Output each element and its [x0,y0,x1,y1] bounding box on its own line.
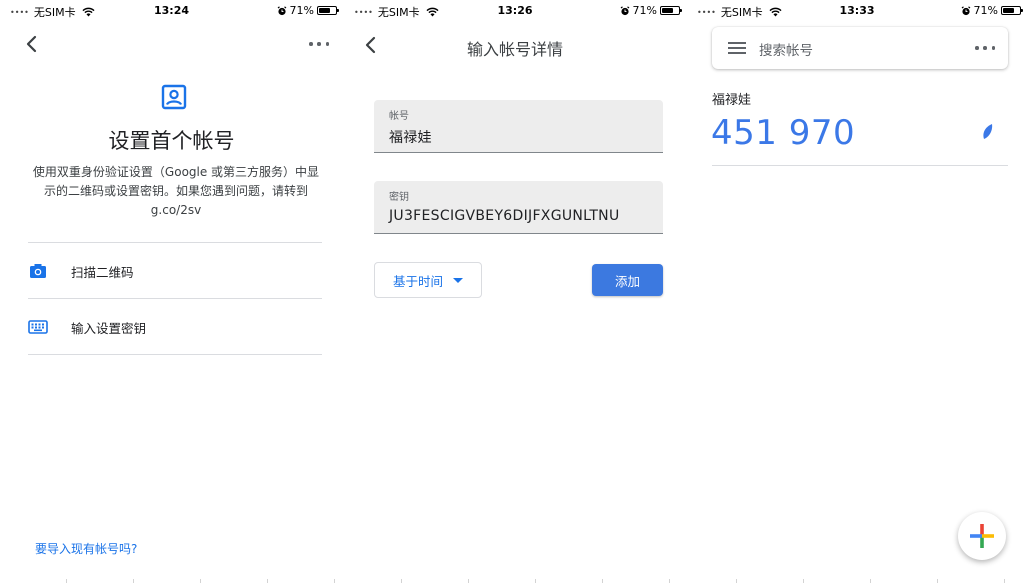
enter-account-details-screen: •••• 无SIM卡 13:26 71% 输入帐号详情 帐号 福禄娃 密钥 JU… [344,0,686,583]
page-title: 设置首个帐号 [108,129,235,153]
search-bar[interactable]: 搜索帐号 [712,27,1008,69]
status-bar: •••• 无SIM卡 13:26 71% [344,0,686,22]
scan-qr-option[interactable]: 扫描二维码 [28,243,322,299]
key-type-select[interactable]: 基于时间 [374,262,482,298]
setup-description: 使用双重身份验证设置（Google 或第三方服务）中显示的二维码或设置密钥。如果… [32,165,320,217]
account-name-field[interactable]: 帐号 福禄娃 [374,100,663,153]
menu-icon[interactable] [728,42,746,54]
account-name: 福禄娃 [712,93,752,108]
page-title: 输入帐号详情 [466,40,563,59]
alarm-icon [620,5,629,15]
battery-icon [660,6,682,15]
status-bar: •••• 无SIM卡 13:33 71% [687,0,1027,22]
search-input[interactable]: 搜索帐号 [759,39,813,59]
keyboard-icon [28,320,48,334]
secret-key-field[interactable]: 密钥 JU3FESCIGVBEY6DIJFXGUNLTNU [374,181,663,234]
add-button[interactable]: 添加 [592,264,663,296]
status-right: 71% [277,4,339,17]
status-right: 71% [620,4,682,17]
more-options-icon[interactable] [309,40,329,48]
account-box-icon [161,84,187,110]
enter-key-label: 输入设置密钥 [71,320,147,336]
dropdown-caret-icon [453,277,463,283]
countdown-timer-icon [983,124,993,139]
account-name-value[interactable]: 福禄娃 [389,127,432,147]
divider [712,165,1008,166]
status-right: 71% [961,4,1023,17]
enter-key-option[interactable]: 输入设置密钥 [28,299,322,355]
add-account-fab[interactable] [958,512,1006,560]
secret-key-value[interactable]: JU3FESCIGVBEY6DIJFXGUNLTNU [389,208,620,224]
camera-icon [30,264,46,278]
battery-percent: 71% [289,4,314,17]
back-arrow-icon[interactable] [22,34,42,54]
secret-key-label: 密钥 [389,192,409,203]
account-name-label: 帐号 [389,111,409,122]
otp-code[interactable]: 451 970 [711,113,855,153]
plus-icon [970,524,994,548]
divider [28,354,322,355]
import-accounts-link[interactable]: 要导入现有帐号吗? [35,540,137,557]
setup-first-account-screen: •••• 无SIM卡 13:24 71% 设置首个帐号 使用双重身份验证设置（G… [0,0,343,583]
key-type-value: 基于时间 [392,273,443,289]
status-bar: •••• 无SIM卡 13:24 71% [0,0,343,22]
battery-percent: 71% [632,4,657,17]
bottom-ticks [0,579,1027,583]
scan-qr-label: 扫描二维码 [71,264,134,280]
more-options-icon[interactable] [975,44,995,52]
battery-icon [317,6,339,15]
battery-percent: 71% [973,4,998,17]
accounts-list-screen: •••• 无SIM卡 13:33 71% 搜索帐号 福禄娃 451 970 [687,0,1027,583]
battery-icon [1001,6,1023,15]
alarm-icon [961,5,970,15]
alarm-icon [277,5,286,15]
